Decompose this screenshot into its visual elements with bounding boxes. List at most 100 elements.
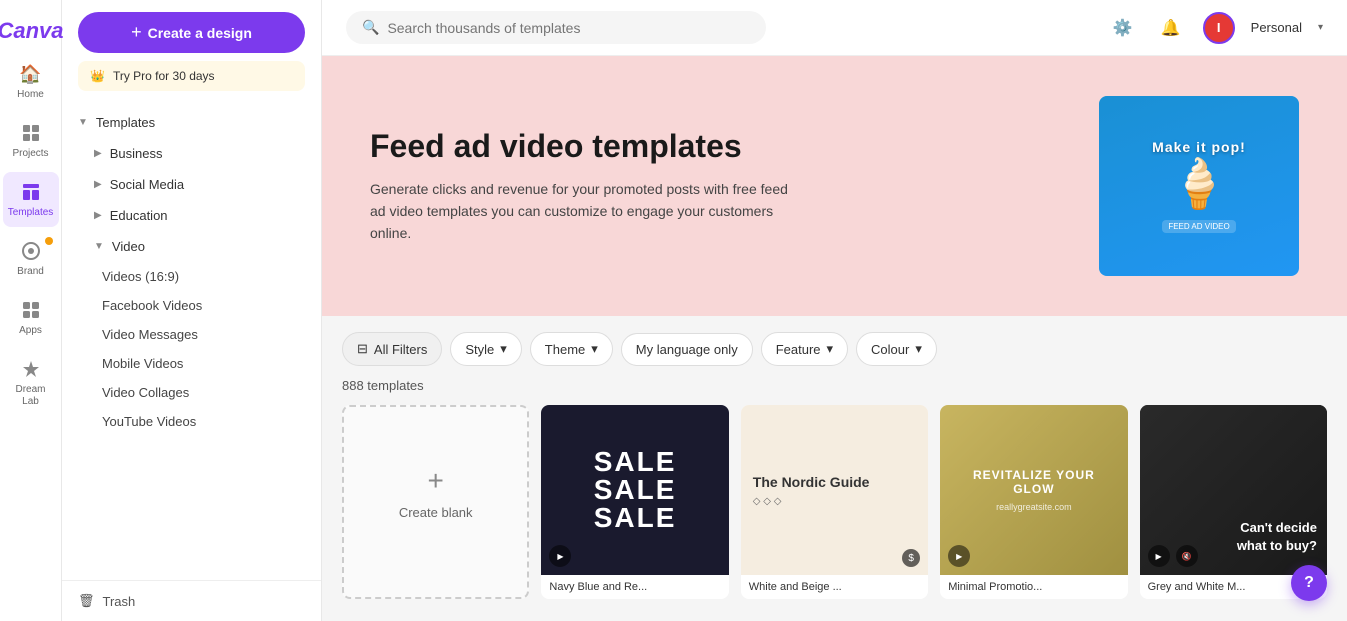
- ice-cream-icon: 🍦: [1169, 155, 1229, 212]
- dream-lab-icon: [19, 357, 43, 381]
- sidebar-label-dream-lab: Dream Lab: [7, 384, 55, 408]
- settings-icon-button[interactable]: ⚙️: [1107, 12, 1139, 44]
- nav-item-social-media[interactable]: ▶ Social Media: [62, 169, 321, 200]
- nordic-title: The Nordic Guide: [753, 473, 916, 491]
- sidebar-item-dream-lab[interactable]: Dream Lab: [3, 349, 59, 416]
- plus-icon: +: [131, 22, 142, 43]
- nav-item-video[interactable]: ▼ Video: [62, 231, 321, 262]
- play-icon-grey: ▶: [1148, 545, 1170, 567]
- nav-subitem-facebook-videos[interactable]: Facebook Videos: [62, 291, 321, 320]
- brand-icon: [19, 239, 43, 263]
- sidebar-label-home: Home: [17, 89, 44, 101]
- pro-banner[interactable]: 👑 Try Pro for 30 days: [78, 61, 305, 91]
- create-design-button[interactable]: + Create a design: [78, 12, 305, 53]
- create-blank-label: Create blank: [399, 505, 473, 520]
- sidebar-item-brand[interactable]: Brand: [3, 231, 59, 286]
- nav-subitem-youtube-videos[interactable]: YouTube Videos: [62, 407, 321, 436]
- template-name-nordic: White and Beige ...: [741, 575, 928, 599]
- hero-img-text: Make it pop!: [1152, 139, 1246, 155]
- templates-icon: [19, 180, 43, 204]
- theme-filter-button[interactable]: Theme ▾: [530, 332, 613, 366]
- trash-button[interactable]: 🗑 Trash: [78, 593, 305, 609]
- nav-chevron-business: ▶: [94, 148, 102, 159]
- nav-item-templates[interactable]: ▼ Templates: [62, 107, 321, 138]
- nav-chevron-video: ▼: [94, 241, 104, 252]
- nav-item-business[interactable]: ▶ Business: [62, 138, 321, 169]
- template-name-minimal: Minimal Promotio...: [940, 575, 1127, 599]
- sidebar-label-templates: Templates: [8, 207, 54, 219]
- nav-chevron-education: ▶: [94, 210, 102, 221]
- avatar[interactable]: I: [1203, 12, 1235, 44]
- help-icon: ?: [1304, 574, 1314, 592]
- style-label: Style: [465, 342, 494, 357]
- template-thumb-navy: SALE SALE SALE ▶: [541, 405, 728, 575]
- hero-title: Feed ad video templates: [370, 127, 1099, 165]
- nav-chevron-social: ▶: [94, 179, 102, 190]
- sidebar-label-brand: Brand: [17, 266, 44, 278]
- sidebar-item-projects[interactable]: Projects: [3, 113, 59, 168]
- sidebar-item-templates[interactable]: Templates: [3, 172, 59, 227]
- search-bar[interactable]: 🔍: [346, 11, 766, 44]
- minimal-sub: reallygreatsite.com: [996, 502, 1072, 512]
- nav-subitem-label-mobile-videos: Mobile Videos: [102, 356, 183, 371]
- grey-overlay-text: Can't decidewhat to buy?: [1237, 519, 1317, 555]
- template-grid: + Create blank SALE SALE SALE ▶ Navy Blu…: [322, 405, 1347, 619]
- template-card-navy[interactable]: SALE SALE SALE ▶ Navy Blue and Re...: [541, 405, 728, 599]
- mute-icon-grey: 🔇: [1176, 545, 1198, 567]
- nav-subitem-video-collages[interactable]: Video Collages: [62, 378, 321, 407]
- bell-icon-button[interactable]: 🔔: [1155, 12, 1187, 44]
- content-area: Feed ad video templates Generate clicks …: [322, 56, 1347, 621]
- hero-img-label: FEED AD VIDEO: [1162, 220, 1235, 233]
- crown-icon: 👑: [90, 69, 105, 83]
- personal-label: Personal: [1251, 20, 1302, 35]
- nav-subitem-label-facebook: Facebook Videos: [102, 298, 202, 313]
- canva-logo: Canva: [0, 18, 64, 44]
- hero-image: Make it pop! 🍦 FEED AD VIDEO: [1099, 96, 1299, 276]
- trash-label: Trash: [103, 594, 136, 609]
- template-thumb-grey: Can't decidewhat to buy? ▶ 🔇: [1140, 405, 1327, 575]
- home-icon: 🏠: [19, 62, 43, 86]
- search-input[interactable]: [387, 20, 750, 36]
- help-button[interactable]: ?: [1291, 565, 1327, 601]
- nav-subitem-label-youtube: YouTube Videos: [102, 414, 196, 429]
- apps-icon: [19, 298, 43, 322]
- style-filter-button[interactable]: Style ▾: [450, 332, 521, 366]
- colour-label: Colour: [871, 342, 909, 357]
- search-icon: 🔍: [362, 19, 379, 36]
- feature-filter-button[interactable]: Feature ▾: [761, 332, 848, 366]
- nav-label-business: Business: [110, 146, 163, 161]
- hero-text: Feed ad video templates Generate clicks …: [370, 127, 1099, 245]
- panel: + Create a design 👑 Try Pro for 30 days …: [62, 0, 322, 621]
- minimal-title: REVITALIZE YOUR GLOW: [952, 468, 1115, 496]
- hero-description: Generate clicks and revenue for your pro…: [370, 178, 790, 245]
- nav-subitem-label-video-collages: Video Collages: [102, 385, 189, 400]
- sidebar: Canva 🏠 Home Projects Templates Brand Ap…: [0, 0, 62, 621]
- create-blank-card[interactable]: + Create blank: [342, 405, 529, 599]
- chevron-down-icon[interactable]: ▾: [1318, 22, 1323, 33]
- colour-filter-button[interactable]: Colour ▾: [856, 332, 937, 366]
- language-label: My language only: [636, 342, 738, 357]
- template-card-nordic[interactable]: The Nordic Guide ◇ ◇ ◇ $ White and Beige…: [741, 405, 928, 599]
- nav-label-templates: Templates: [96, 115, 155, 130]
- panel-nav: ▼ Templates ▶ Business ▶ Social Media ▶ …: [62, 103, 321, 580]
- nav-subitem-video-messages[interactable]: Video Messages: [62, 320, 321, 349]
- thumb-nordic-bg: The Nordic Guide ◇ ◇ ◇: [741, 405, 928, 575]
- template-card-minimal[interactable]: REVITALIZE YOUR GLOW reallygreatsite.com…: [940, 405, 1127, 599]
- hero-banner: Feed ad video templates Generate clicks …: [322, 56, 1347, 316]
- nav-subitem-label-videos-16-9: Videos (16:9): [102, 269, 179, 284]
- style-chevron-icon: ▾: [500, 341, 507, 357]
- create-btn-label: Create a design: [148, 25, 252, 41]
- nav-subitem-mobile-videos[interactable]: Mobile Videos: [62, 349, 321, 378]
- nordic-sub: ◇ ◇ ◇: [753, 496, 916, 507]
- sale-text-3: SALE: [594, 504, 677, 532]
- nav-subitem-videos-16-9[interactable]: Videos (16:9): [62, 262, 321, 291]
- language-filter-button[interactable]: My language only: [621, 333, 753, 366]
- sidebar-item-home[interactable]: 🏠 Home: [3, 54, 59, 109]
- feature-chevron-icon: ▾: [827, 341, 834, 357]
- nav-item-education[interactable]: ▶ Education: [62, 200, 321, 231]
- create-plus-icon: +: [428, 465, 444, 497]
- nav-subitem-label-video-messages: Video Messages: [102, 327, 198, 342]
- all-filters-button[interactable]: ⊟ All Filters: [342, 332, 442, 366]
- sidebar-item-apps[interactable]: Apps: [3, 290, 59, 345]
- nav-label-social-media: Social Media: [110, 177, 184, 192]
